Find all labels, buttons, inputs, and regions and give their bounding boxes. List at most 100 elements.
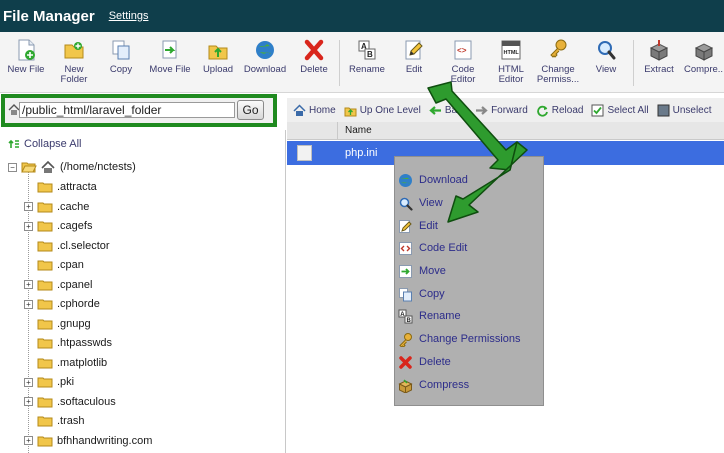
view-button[interactable]: View [592,38,620,75]
code-icon [399,241,412,255]
home-icon [41,160,55,173]
tree-folder-label: .softaculous [57,395,116,408]
context-menu-item-move[interactable]: Move [395,261,543,281]
x-icon [399,355,412,369]
tree-folder-item[interactable]: + .softaculous [24,394,116,410]
expand-toggle[interactable]: + [24,377,33,387]
path-input[interactable] [19,102,235,118]
tree-root[interactable]: − (/home/nctests) [8,159,136,175]
context-menu-item-delete[interactable]: Delete [395,352,543,372]
folder-icon [37,436,53,446]
context-menu-item-code-edit[interactable]: Code Edit [395,238,543,258]
expand-toggle[interactable]: + [24,280,33,289]
expand-toggle[interactable]: + [24,221,33,231]
copy-icon [112,40,130,60]
code-editor-label-line2: Editor [450,74,476,85]
folder-icon [37,280,53,290]
go-button[interactable]: Go [237,100,264,120]
move-file-button[interactable]: Move File [146,38,194,75]
tree-folder-item[interactable]: .attracta [24,179,97,195]
back-arrow-icon [429,105,441,115]
text-file-icon [297,145,312,161]
html-editor-button[interactable]: HTML HTML Editor [493,38,529,85]
context-menu-item-view[interactable]: View [395,193,543,213]
reload-icon [536,105,548,117]
compress-button[interactable]: Compre... [684,38,724,75]
extract-icon [649,40,669,61]
tree-folder-item[interactable]: + .pki [24,374,74,390]
download-label: Download [243,64,287,75]
tree-folder-item[interactable]: + bfhhandwriting.com [24,433,152,449]
name-column-header[interactable]: Name [345,125,372,136]
collapse-all-button[interactable]: Collapse All [8,138,81,150]
home-icon [293,103,306,116]
upload-button[interactable]: Upload [201,38,235,75]
tree-folder-item[interactable]: .gnupg [24,316,91,332]
tree-folder-label: .cpanel [57,278,93,291]
edit-button[interactable]: Edit [399,38,429,75]
tree-folder-item[interactable]: .htpasswds [24,335,112,351]
move-file-label: Move File [149,64,191,75]
tree-folder-item[interactable]: .cl.selector [24,238,110,254]
context-menu-item-copy[interactable]: Copy [395,284,543,304]
home-button[interactable]: Home [293,103,336,117]
forward-button[interactable]: Forward [475,104,528,117]
tree-folder-item[interactable]: .cpan [24,257,84,273]
expand-toggle[interactable]: + [24,202,33,211]
move-file-icon [162,40,177,59]
folder-icon [37,260,53,271]
view-label: View [595,64,617,75]
tree-folder-label: .cache [57,200,90,213]
tree-folder-item[interactable]: + .cpanel [24,277,92,293]
up-one-level-button[interactable]: Up One Level [344,104,421,117]
extract-button[interactable]: Extract [641,38,677,75]
context-menu-item-rename[interactable]: A B Rename [395,306,543,326]
select-all-button[interactable]: Select All [591,104,649,117]
tree-folder-item[interactable]: .trash [24,413,85,429]
tree-folder-item[interactable]: + .cagefs [24,218,92,234]
expand-toggle[interactable]: + [24,436,33,445]
context-menu-item-compress[interactable]: Compress [395,375,543,395]
context-menu-item-label: Code Edit [419,242,468,254]
settings-link[interactable]: Settings [109,10,149,22]
folder-icon [37,338,53,349]
pencil-icon [399,219,412,233]
tree-folder-item[interactable]: + .cache [24,199,89,215]
tree-folder-label: .cl.selector [57,239,110,252]
reload-button[interactable]: Reload [536,104,583,117]
context-menu-item-label: Move [419,265,446,277]
expand-toggle[interactable]: + [24,299,33,309]
delete-button[interactable]: Delete [297,38,331,75]
new-file-icon [18,39,35,61]
code-editor-button[interactable]: <> Code Editor [446,38,480,85]
back-button[interactable]: Back [429,104,467,117]
tree-root-label: (/home/nctests) [60,161,136,173]
download-button[interactable]: Download [243,38,287,75]
upload-icon [208,45,228,60]
change-permissions-label-line2: Permiss... [536,74,580,85]
collapse-toggle[interactable]: − [8,162,17,172]
context-menu-item-change-permissions[interactable]: Change Permissions [395,329,543,349]
context-menu-item-download[interactable]: Download [395,170,543,190]
context-menu-item-label: Edit [419,220,438,232]
expand-toggle[interactable]: + [24,397,33,406]
code-editor-icon: <> [454,40,472,60]
tree-folder-item[interactable]: + .cphorde [24,296,100,312]
new-folder-button[interactable]: New Folder [56,38,92,85]
unselect-label: Unselect [672,104,712,116]
folder-icon [37,319,53,329]
new-file-button[interactable]: New File [6,38,46,75]
unselect-button[interactable]: Unselect [657,104,712,117]
copy-button[interactable]: Copy [106,38,136,75]
rename-button[interactable]: AB Rename [348,38,386,75]
tree-folder-item[interactable]: .matplotlib [24,355,107,371]
file-name: php.ini [345,147,378,159]
key-icon [399,332,412,347]
copy-icon [399,287,412,301]
change-permissions-button[interactable]: Change Permiss... [536,38,580,85]
collapse-all-label: Collapse All [24,138,82,150]
context-menu-item-edit[interactable]: Edit [395,216,543,236]
file-list-header: Name [287,122,724,140]
rename-label: Rename [349,64,385,75]
new-file-label: New File [7,64,45,75]
